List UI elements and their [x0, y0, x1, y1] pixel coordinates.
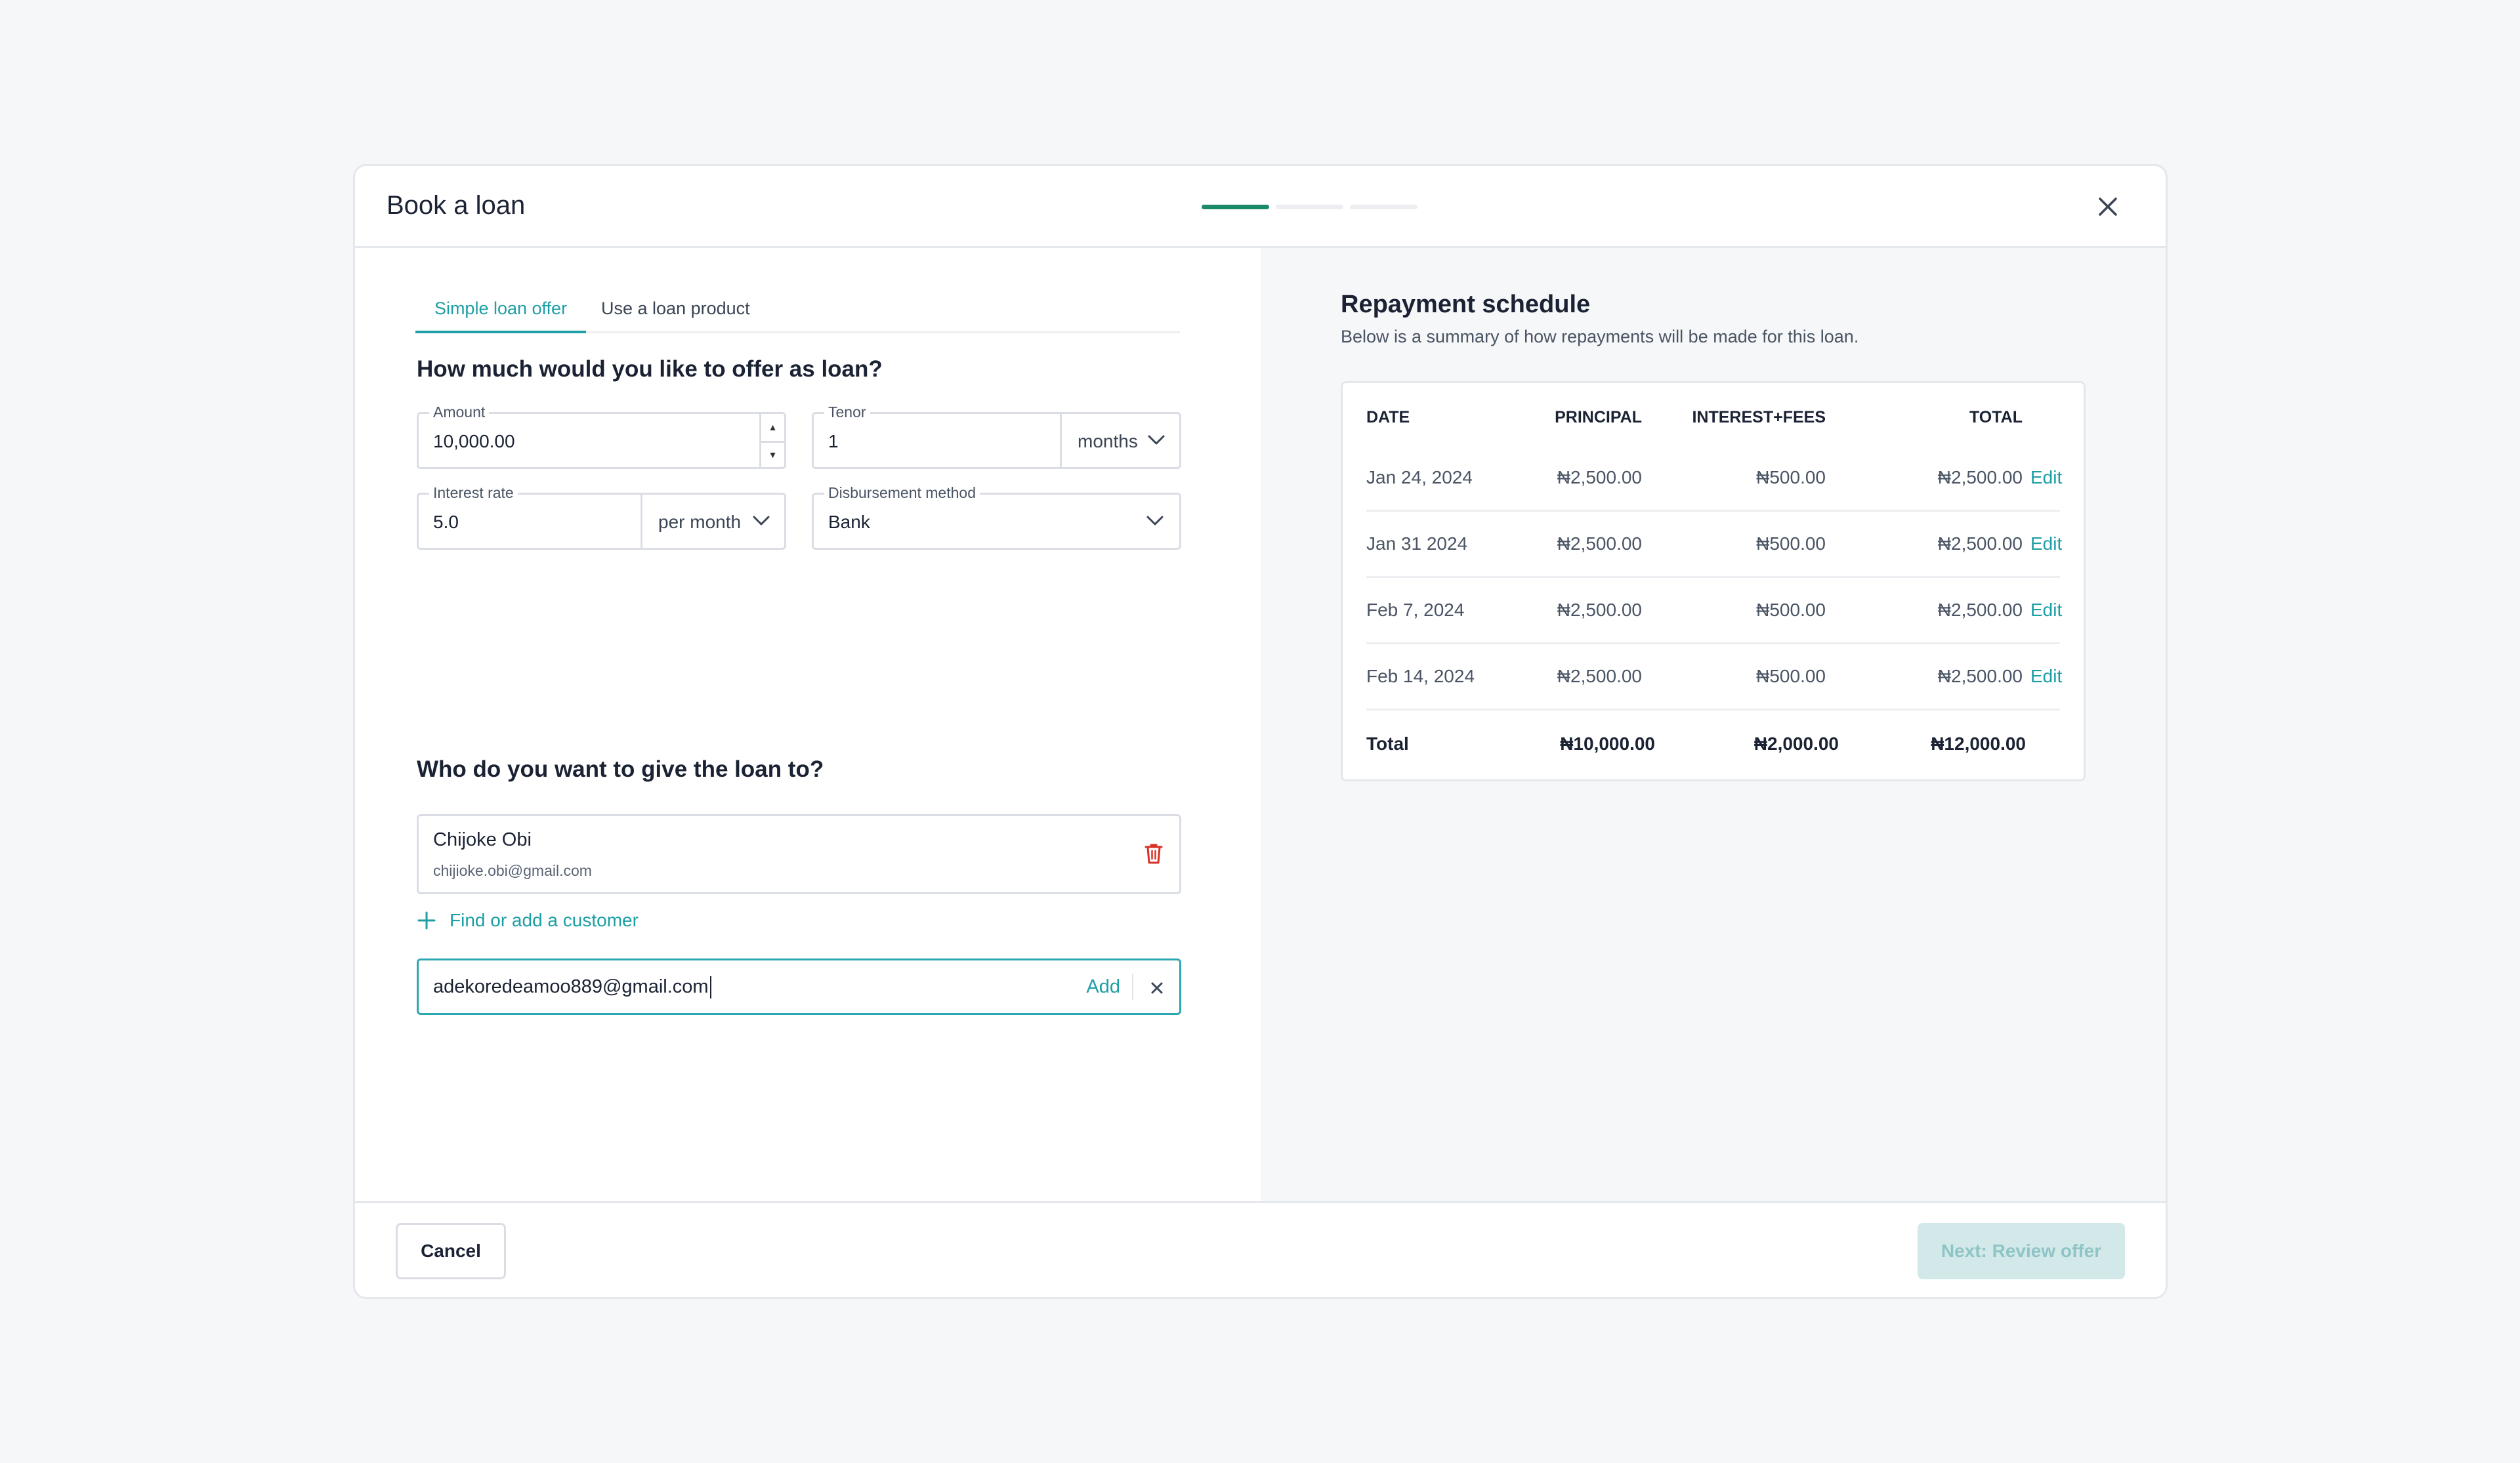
tenor-unit-select[interactable]: months	[1062, 414, 1179, 467]
table-header-row: DATE PRINCIPAL INTEREST+FEES TOTAL	[1366, 390, 2060, 445]
edit-row-link[interactable]: Edit	[2030, 644, 2070, 709]
tab-simple-loan-offer[interactable]: Simple loan offer	[415, 294, 586, 333]
row-interest: ₦500.00	[1756, 600, 1826, 620]
repayment-schedule-title: Repayment schedule	[1341, 291, 1591, 318]
row-interest: ₦500.00	[1756, 533, 1826, 554]
modal-footer: Cancel Next: Review offer	[355, 1201, 2166, 1297]
amount-label: Amount	[429, 403, 490, 421]
tab-use-loan-product[interactable]: Use a loan product	[601, 294, 750, 333]
header-total: TOTAL	[1969, 408, 2023, 426]
chevron-down-icon	[1148, 435, 1165, 445]
total-interest: ₦2,000.00	[1754, 733, 1839, 754]
row-principal: ₦2,500.00	[1557, 533, 1642, 554]
tenor-field[interactable]: Tenor 1 months	[812, 403, 1181, 469]
table-row: Jan 24, 2024 ₦2,500.00 ₦500.00 ₦2,500.00…	[1366, 445, 2062, 512]
row-total: ₦2,500.00	[1937, 533, 2023, 554]
customer-email-input[interactable]: adekoredeamoo889@gmail.com Add	[417, 958, 1181, 1015]
interest-period-value: per month	[658, 512, 742, 532]
cancel-button[interactable]: Cancel	[396, 1223, 506, 1279]
repayment-schedule-table: DATE PRINCIPAL INTEREST+FEES TOTAL Jan 2…	[1341, 381, 2086, 781]
row-date: Jan 24, 2024	[1366, 467, 1473, 487]
loan-amount-heading: How much would you like to offer as loan…	[417, 356, 883, 382]
row-date: Jan 31 2024	[1366, 533, 1468, 554]
tenor-input[interactable]: 1	[828, 431, 839, 452]
amount-input[interactable]: 10,000.00	[433, 431, 515, 452]
row-total: ₦2,500.00	[1937, 666, 2023, 686]
row-total: ₦2,500.00	[1937, 600, 2023, 620]
interest-period-select[interactable]: per month	[642, 495, 784, 548]
total-principal: ₦10,000.00	[1560, 733, 1655, 754]
close-icon[interactable]	[2096, 195, 2120, 218]
modal-header: Book a loan	[355, 166, 2166, 248]
next-review-offer-button[interactable]: Next: Review offer	[1918, 1223, 2125, 1279]
amount-stepper[interactable]: ▲ ▼	[759, 414, 784, 467]
table-total-row: Total ₦10,000.00 ₦2,000.00 ₦12,000.00	[1366, 711, 2060, 777]
row-principal: ₦2,500.00	[1557, 467, 1642, 487]
row-principal: ₦2,500.00	[1557, 600, 1642, 620]
header-interest-fees: INTEREST+FEES	[1692, 408, 1826, 426]
stepper-up-icon[interactable]: ▲	[761, 414, 784, 441]
recipient-heading: Who do you want to give the loan to?	[417, 756, 824, 782]
progress-step-1	[1202, 205, 1269, 209]
disbursement-label: Disbursement method	[824, 484, 980, 502]
interest-rate-input[interactable]: 5.0	[433, 512, 459, 533]
customer-name: Chijoke Obi	[433, 829, 532, 850]
loan-form-panel: Simple loan offer Use a loan product How…	[355, 248, 1261, 1206]
header-date: DATE	[1366, 408, 1410, 426]
find-or-add-customer-link[interactable]: Find or add a customer	[417, 904, 639, 937]
progress-step-3	[1350, 205, 1418, 209]
row-principal: ₦2,500.00	[1557, 666, 1642, 686]
repayment-schedule-subtitle: Below is a summary of how repayments wil…	[1341, 327, 1859, 346]
find-or-add-customer-label: Find or add a customer	[450, 910, 639, 930]
row-date: Feb 14, 2024	[1366, 666, 1475, 686]
customer-email: chijioke.obi@gmail.com	[433, 862, 592, 879]
edit-row-link[interactable]: Edit	[2030, 512, 2070, 576]
chevron-down-icon	[753, 516, 770, 525]
tenor-unit-value: months	[1078, 431, 1138, 451]
header-principal: PRINCIPAL	[1555, 408, 1642, 426]
modal-title: Book a loan	[387, 191, 526, 220]
row-interest: ₦500.00	[1756, 467, 1826, 487]
input-separator	[1132, 974, 1133, 1000]
add-email-button[interactable]: Add	[1086, 976, 1120, 998]
total-label: Total	[1366, 733, 1409, 754]
row-total: ₦2,500.00	[1937, 467, 2023, 487]
table-row: Feb 7, 2024 ₦2,500.00 ₦500.00 ₦2,500.00 …	[1366, 578, 2062, 644]
disbursement-value: Bank	[828, 512, 870, 532]
amount-field[interactable]: Amount 10,000.00 ▲ ▼	[417, 403, 786, 469]
edit-row-link[interactable]: Edit	[2030, 578, 2070, 642]
loan-type-tabs: Simple loan offer Use a loan product	[415, 294, 1180, 333]
selected-customer-card: Chijoke Obi chijioke.obi@gmail.com	[417, 814, 1181, 894]
interest-rate-field[interactable]: Interest rate 5.0 per month	[417, 484, 786, 550]
clear-input-icon[interactable]	[1149, 980, 1165, 996]
row-date: Feb 7, 2024	[1366, 600, 1465, 620]
interest-rate-label: Interest rate	[429, 484, 518, 502]
row-interest: ₦500.00	[1756, 666, 1826, 686]
trash-icon[interactable]	[1144, 842, 1164, 865]
edit-row-link[interactable]: Edit	[2030, 445, 2070, 510]
progress-step-2	[1276, 205, 1343, 209]
book-loan-modal: Book a loan Simple loan offer Use a loan…	[353, 164, 2168, 1299]
table-row: Feb 14, 2024 ₦2,500.00 ₦500.00 ₦2,500.00…	[1366, 644, 2062, 711]
plus-icon	[417, 911, 436, 930]
tenor-label: Tenor	[824, 403, 870, 421]
disbursement-method-select[interactable]: Disbursement method Bank	[812, 484, 1181, 550]
stepper-down-icon[interactable]: ▼	[761, 440, 784, 468]
table-row: Jan 31 2024 ₦2,500.00 ₦500.00 ₦2,500.00 …	[1366, 512, 2062, 578]
chevron-down-icon	[1146, 516, 1164, 525]
email-input-value[interactable]: adekoredeamoo889@gmail.com	[433, 976, 711, 999]
repayment-schedule-panel: Repayment schedule Below is a summary of…	[1261, 248, 2166, 1206]
step-progress	[1202, 205, 1418, 209]
total-amount: ₦12,000.00	[1931, 733, 2026, 754]
